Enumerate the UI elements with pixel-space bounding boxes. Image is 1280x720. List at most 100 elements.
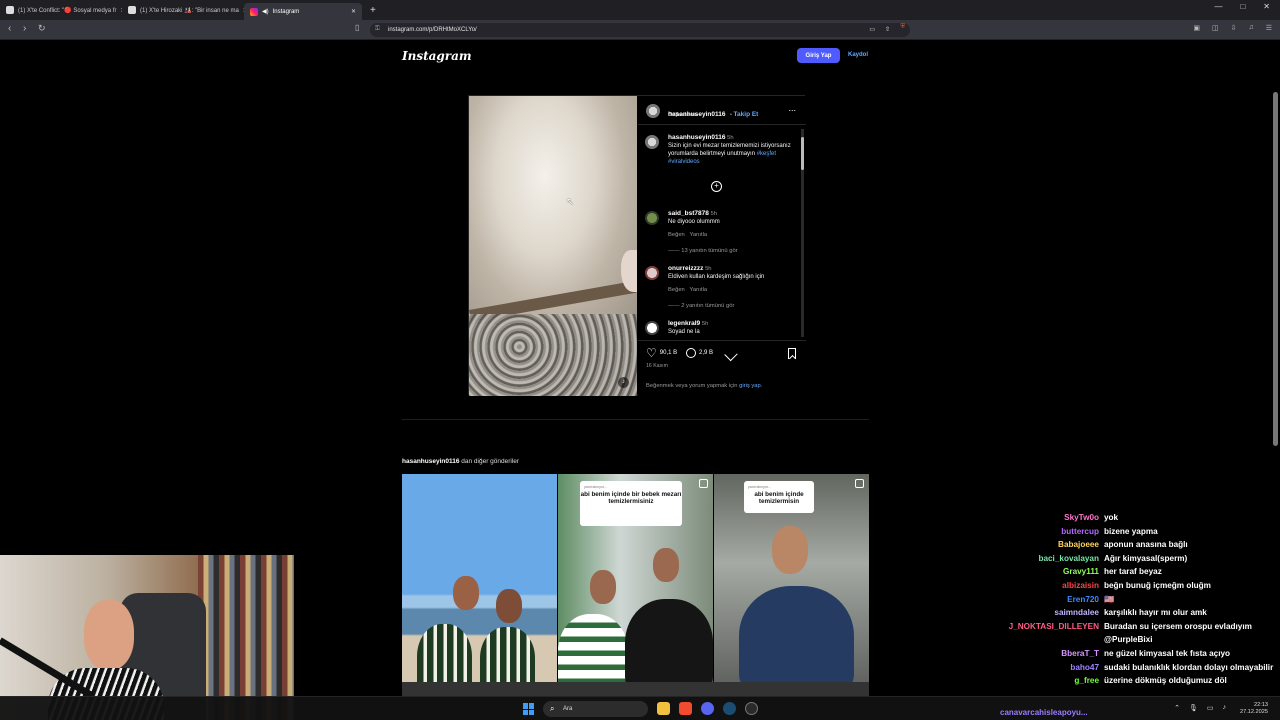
chat-username[interactable]: BberaT_T	[1008, 647, 1104, 661]
post-actions: ♡ 90,1 B 2,9 B 16 Kasım Beğenmek veya yor…	[638, 340, 806, 396]
taskbar-search[interactable]: ⌕ Ara	[543, 701, 648, 717]
comment-icon[interactable]	[686, 348, 696, 358]
mute-icon[interactable]: ♪	[618, 377, 629, 388]
chat-username[interactable]: Babajoeee	[1008, 538, 1104, 552]
windows-start-icon[interactable]	[523, 703, 535, 715]
section-divider	[402, 419, 869, 420]
network-icon[interactable]: ▭	[1207, 704, 1214, 712]
add-comment-icon[interactable]: +	[711, 181, 722, 192]
chat-username[interactable]: saimndalee	[1008, 606, 1104, 620]
reply-button[interactable]: Yanıtla	[690, 287, 708, 293]
install-icon[interactable]: ▭	[869, 26, 875, 33]
browser-tab-x-hirozaki[interactable]: (1) X'te Hirozaki 🎎: "Bir insan ne ma✕	[122, 2, 244, 19]
comment-avatar[interactable]	[645, 266, 659, 280]
comment-avatar[interactable]	[645, 211, 659, 225]
close-icon[interactable]: ✕	[351, 8, 356, 15]
brave-icon[interactable]	[679, 702, 692, 715]
comment-action[interactable]: 2,9 B	[686, 348, 713, 358]
send-icon[interactable]	[724, 347, 738, 362]
signup-link[interactable]: Kaydol	[848, 52, 868, 58]
comment-body: legenkral9 5h Soyad ne la	[668, 320, 795, 336]
share-icon[interactable]: ⇧	[885, 26, 890, 33]
reply-button[interactable]: Yanıtla	[690, 232, 708, 238]
instagram-logo[interactable]: Instagram	[402, 49, 472, 63]
comment-text: Soyad ne la	[668, 329, 700, 335]
chevron-up-icon[interactable]: ⌃	[1174, 704, 1180, 712]
back-icon[interactable]: ‹	[8, 23, 11, 34]
comment-username[interactable]: legenkral9	[668, 320, 700, 327]
login-link[interactable]: giriş yap.	[739, 383, 762, 389]
chat-username[interactable]: albizaisin	[1008, 579, 1104, 593]
author-avatar[interactable]	[645, 135, 659, 149]
more-post-thumbnail[interactable]: yanıt alınıyor... abi benim içinde bir be…	[558, 474, 713, 696]
minimize-button[interactable]: —	[1214, 2, 1222, 11]
extensions-icon[interactable]: ▣	[1193, 24, 1200, 32]
chat-input-text[interactable]: canavarcahisleapoyu...	[1000, 708, 1088, 717]
more-posts-username[interactable]: hasanhuseyin0116	[402, 458, 459, 465]
save-action[interactable]	[788, 348, 796, 359]
caption-username[interactable]: hasanhuseyin0116	[668, 134, 725, 141]
follow-button[interactable]: Takip Et	[734, 111, 759, 118]
steam-icon[interactable]	[723, 702, 736, 715]
chat-username[interactable]: baci_kovalayan	[1008, 552, 1104, 566]
streamer-face-image	[84, 600, 134, 670]
chat-username[interactable]: Eren720	[1008, 593, 1104, 607]
menu-icon[interactable]: ☰	[1266, 24, 1272, 32]
chat-username[interactable]: buttercup	[1008, 525, 1104, 539]
site-settings-icon[interactable]: ⚿	[375, 26, 380, 33]
heart-icon[interactable]: ♡	[646, 347, 657, 359]
browser-tab-x-conflict[interactable]: (1) X'te Conflict: "🔴 Sosyal medya fr✕	[0, 2, 122, 19]
address-bar[interactable]: ⚿ instagram.com/p/DRHtMoXCLYo/ ▭ ⇧ ⛨	[370, 23, 910, 37]
comment-avatar[interactable]	[645, 321, 659, 335]
like-action[interactable]: ♡ 90,1 B	[646, 347, 677, 359]
download-icon[interactable]: ⇩	[1231, 24, 1237, 32]
more-post-thumbnail[interactable]	[402, 474, 557, 696]
browser-tab-instagram[interactable]: ◀) Instagram ✕	[244, 3, 362, 20]
bookmark-icon[interactable]	[788, 348, 796, 359]
chat-message: SkyTw0o yok	[1008, 511, 1280, 525]
refresh-icon[interactable]: ↻	[38, 23, 46, 34]
chat-username[interactable]: SkyTw0o	[1008, 511, 1104, 525]
audio-label[interactable]: Orijinal ses	[668, 112, 697, 118]
face-image	[496, 589, 522, 623]
author-avatar[interactable]	[646, 104, 660, 118]
more-options-icon[interactable]: ...	[788, 103, 796, 113]
brave-shield-icon[interactable]: ⛨	[900, 24, 905, 31]
volume-icon[interactable]: ♪	[1223, 704, 1227, 712]
chat-username[interactable]: baho47	[1008, 661, 1104, 675]
microphone-icon[interactable]: 🎙	[1189, 704, 1198, 712]
view-replies[interactable]: —— 2 yanıtın tümünü gör	[668, 302, 795, 310]
browser-toolbar: ‹ › ↻ ▯ ⚿ instagram.com/p/DRHtMoXCLYo/ ▭ ⇧ ⛨…	[0, 20, 1280, 40]
post-video[interactable]: ↖ ♪	[469, 96, 637, 396]
like-comment-button[interactable]: Beğen	[668, 287, 685, 293]
chat-text: karşılıklı hayır mı olur amk	[1104, 608, 1207, 618]
obs-icon[interactable]	[745, 702, 758, 715]
comment-username[interactable]: said_bst7878	[668, 210, 709, 217]
comment-username[interactable]: onurreizzzz	[668, 265, 703, 272]
maximize-button[interactable]: □	[1240, 2, 1245, 11]
view-replies[interactable]: —— 13 yanıtın tümünü gör	[668, 247, 795, 255]
sidebar-icon[interactable]: ◫	[1212, 24, 1219, 32]
chat-username[interactable]: J_NOKTASI_DILLEYEN	[1008, 620, 1104, 634]
media-icon[interactable]: ♫	[1248, 24, 1253, 32]
tab-label: (1) X'te Conflict: "🔴 Sosyal medya fr	[18, 7, 117, 14]
like-comment-button[interactable]: Beğen	[668, 232, 685, 238]
more-post-thumbnail[interactable]: yanıt alınıyor... abi benim içinde temizl…	[714, 474, 869, 696]
person-image	[739, 586, 854, 696]
comments-scrollbar[interactable]	[801, 129, 804, 337]
login-button[interactable]: Giriş Yap	[797, 48, 840, 63]
new-tab-button[interactable]: +	[370, 5, 376, 16]
chat-username[interactable]: Gravy111	[1008, 565, 1104, 579]
close-window-button[interactable]: ✕	[1263, 2, 1270, 11]
bookmark-page-icon[interactable]: ▯	[355, 23, 359, 32]
clock[interactable]: 22:13 27.12.2025	[1240, 702, 1268, 716]
discord-icon[interactable]	[701, 702, 714, 715]
chat-text: yok	[1104, 513, 1119, 522]
chat-message: Eren720 🇺🇸	[1008, 593, 1280, 607]
file-explorer-icon[interactable]	[657, 702, 670, 715]
forward-icon[interactable]: ›	[23, 23, 26, 34]
page-scrollbar[interactable]	[1273, 92, 1278, 446]
share-action[interactable]	[724, 347, 738, 362]
chat-username[interactable]: g_free	[1008, 674, 1104, 688]
login-prompt: Beğenmek veya yorum yapmak için giriş ya…	[646, 383, 762, 389]
